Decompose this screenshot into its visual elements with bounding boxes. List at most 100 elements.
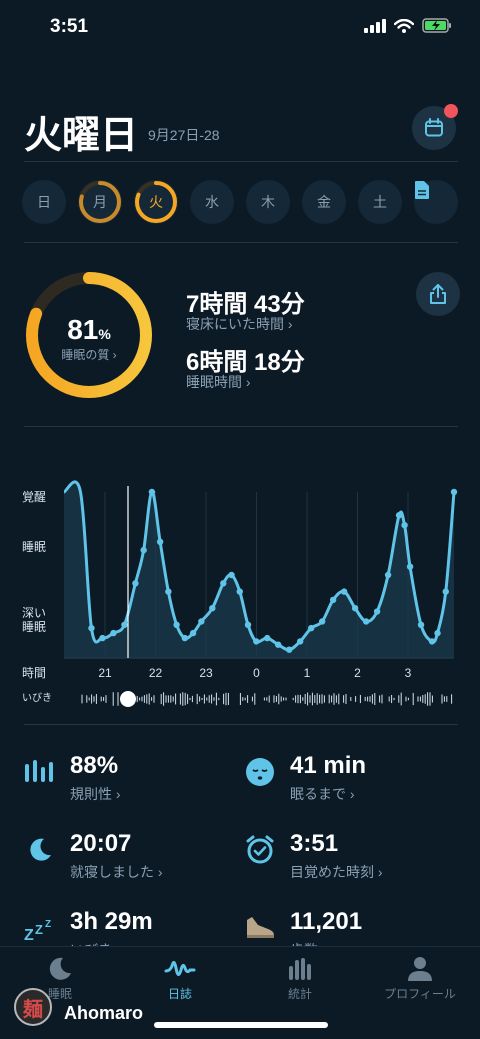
data-point xyxy=(99,634,106,642)
data-point xyxy=(373,608,381,615)
uploader-watermark: 麺 Ahomaro xyxy=(14,986,174,1026)
data-point xyxy=(442,588,449,595)
data-point xyxy=(434,629,441,637)
data-point xyxy=(340,588,348,595)
person-icon xyxy=(404,955,436,983)
document-icon xyxy=(415,181,429,199)
day-header: 火曜日 9月27日-28 xyxy=(24,100,458,158)
notes-button[interactable] xyxy=(414,180,458,224)
day-monday[interactable]: 月 xyxy=(78,180,122,224)
status-bar: 3:51 xyxy=(0,0,480,56)
data-point xyxy=(181,634,189,642)
bar-chart-icon xyxy=(284,955,316,983)
data-point xyxy=(220,580,227,587)
scrubber-handle[interactable] xyxy=(120,691,136,707)
data-point xyxy=(148,488,156,496)
sleep-summary: 81% 睡眠の質 › 7時間 43分 寝床にいた時間 › 6時間 18分 睡眠時… xyxy=(24,270,460,410)
day-tuesday-selected[interactable]: 火 xyxy=(134,180,178,224)
bars-icon xyxy=(24,756,56,788)
time-in-bed-label[interactable]: 寝床にいた時間 › xyxy=(186,314,293,334)
svg-text:Z: Z xyxy=(35,922,43,937)
data-point xyxy=(236,588,243,595)
metric-fall-asleep[interactable]: 41 min 眠るまで › xyxy=(244,748,454,808)
day-sunday[interactable]: 日 xyxy=(22,180,66,224)
x-tick-label: 3 xyxy=(404,666,412,680)
data-point xyxy=(264,634,271,642)
signal-icon xyxy=(364,18,386,33)
snore-icon: Z Z Z xyxy=(24,912,56,944)
alarm-clock-icon xyxy=(244,834,276,866)
calendar-icon xyxy=(425,118,443,137)
shoe-icon xyxy=(244,912,276,944)
quality-percent: 81% xyxy=(67,314,111,345)
svg-text:Z: Z xyxy=(45,919,51,930)
data-point xyxy=(417,621,425,628)
week-selector: 日 月 火 水 木 金 土 xyxy=(22,180,462,226)
quality-label: 睡眠の質 › xyxy=(61,348,117,362)
metric-wake-time[interactable]: 3:51 目覚めた時刻 › xyxy=(244,826,454,886)
x-tick-label: 1 xyxy=(303,666,311,680)
data-point xyxy=(244,621,252,628)
data-point xyxy=(296,638,304,645)
day-thursday[interactable]: 木 xyxy=(246,180,290,224)
day-saturday[interactable]: 土 xyxy=(358,180,402,224)
divider xyxy=(24,724,458,725)
data-point xyxy=(406,563,414,570)
data-point xyxy=(253,638,260,645)
data-point xyxy=(140,546,147,554)
wifi-icon xyxy=(394,18,414,33)
home-indicator[interactable] xyxy=(154,1022,328,1028)
metric-regularity[interactable]: 88% 規則性 › xyxy=(24,748,234,808)
time-asleep-label[interactable]: 睡眠時間 › xyxy=(186,372,251,392)
data-point xyxy=(351,605,359,612)
x-tick-label: 21 xyxy=(98,666,112,680)
status-time: 3:51 xyxy=(50,16,89,37)
metric-bedtime[interactable]: 20:07 就寝しました › xyxy=(24,826,234,886)
wave-icon xyxy=(164,955,196,983)
data-point xyxy=(189,629,197,637)
data-point xyxy=(401,522,408,529)
data-point xyxy=(110,629,117,637)
watermark-name: Ahomaro xyxy=(64,1003,144,1023)
day-wednesday[interactable]: 水 xyxy=(190,180,234,224)
data-point xyxy=(286,646,293,653)
data-point xyxy=(88,624,95,632)
x-axis-title: 時間 xyxy=(22,666,47,680)
data-point xyxy=(173,621,180,628)
moon-icon xyxy=(44,955,76,983)
svg-text:Z: Z xyxy=(24,927,34,942)
sleep-cycle-chart: 覚醒 睡眠 深い 睡眠 時間 21 22 23 0 1 2 3 いびき xyxy=(0,440,480,720)
sleep-quality-ring[interactable]: 81% 睡眠の質 › xyxy=(24,270,154,400)
battery-charging-icon xyxy=(422,18,451,33)
date-range: 9月27日-28 xyxy=(148,127,220,143)
day-friday[interactable]: 金 xyxy=(302,180,346,224)
data-point xyxy=(428,638,436,645)
page-title: 火曜日 xyxy=(24,115,139,157)
data-point xyxy=(228,571,235,579)
share-icon xyxy=(430,284,446,304)
data-point xyxy=(209,605,216,612)
data-point xyxy=(329,596,337,604)
divider xyxy=(24,161,458,162)
x-tick-label: 2 xyxy=(354,666,361,680)
snore-row-label: いびき xyxy=(22,693,52,704)
data-point xyxy=(156,538,164,545)
data-point xyxy=(450,488,458,496)
watermark-seal: 麺 xyxy=(14,988,52,1026)
tab-statistics[interactable]: 統計 xyxy=(240,947,360,1007)
tab-profile[interactable]: プロフィール xyxy=(360,947,480,1007)
x-tick-label: 0 xyxy=(253,666,260,680)
moon-icon xyxy=(24,834,56,866)
data-point xyxy=(318,618,326,625)
share-button[interactable] xyxy=(416,272,460,316)
data-point xyxy=(198,618,205,625)
x-tick-label: 22 xyxy=(148,666,163,680)
data-point xyxy=(384,571,392,579)
data-point xyxy=(165,588,172,595)
notification-badge xyxy=(444,104,458,118)
data-point xyxy=(362,618,370,625)
sleepy-face-icon xyxy=(244,756,276,788)
sleep-metrics: 88% 規則性 › 41 min 眠るまで › 20:07 就寝しました › 3… xyxy=(0,740,480,958)
calendar-button[interactable] xyxy=(412,104,458,150)
data-point xyxy=(132,580,139,587)
